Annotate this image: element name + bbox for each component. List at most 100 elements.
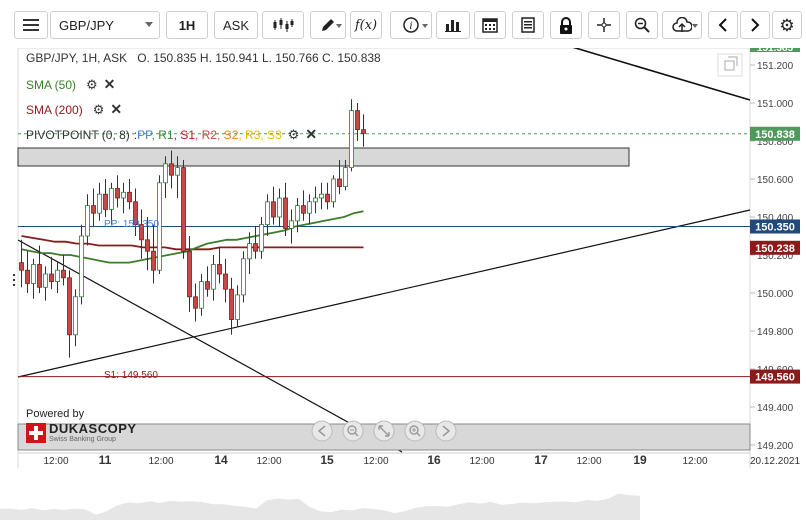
x-tick-label: 20.12.2021 bbox=[750, 456, 800, 467]
lock-icon bbox=[559, 16, 573, 34]
candle-body bbox=[307, 201, 312, 214]
pivot-level-r3: , R3 bbox=[238, 127, 261, 142]
crosshair-button[interactable] bbox=[588, 11, 620, 39]
svg-text:i: i bbox=[409, 21, 412, 32]
pp-price-tag: 150.350 bbox=[755, 222, 795, 234]
side-button[interactable]: ASK bbox=[214, 11, 258, 39]
candle[interactable] bbox=[79, 224, 84, 305]
candle-body bbox=[229, 288, 234, 320]
legend-sma200: SMA (200) ⚙ ✕ bbox=[26, 101, 122, 118]
candle[interactable] bbox=[241, 251, 246, 303]
candle-body bbox=[25, 269, 30, 284]
pivot-level-r1: , R1 bbox=[151, 127, 174, 142]
candle-body bbox=[85, 205, 90, 237]
candle-body bbox=[349, 110, 354, 168]
close-icon[interactable]: ✕ bbox=[110, 101, 122, 118]
instrument-line: GBP/JPY, 1H, ASK bbox=[26, 51, 128, 65]
pivot-levels: PP, R1, S1, R2, S2, R3, S3 bbox=[137, 128, 282, 142]
zoom-out-button[interactable] bbox=[342, 420, 364, 442]
calendar-button[interactable] bbox=[474, 11, 506, 39]
lock-button[interactable] bbox=[550, 11, 582, 39]
ohlc-info: GBP/JPY, 1H, ASK O. 150.835 H. 150.941 L… bbox=[26, 51, 381, 65]
cloud-upload-button[interactable] bbox=[662, 11, 702, 39]
chart-type-button[interactable] bbox=[262, 11, 304, 39]
candle-body bbox=[337, 178, 342, 187]
x-tick-label: 12:00 bbox=[43, 456, 68, 467]
report-icon bbox=[521, 17, 535, 33]
pivot-level-s2: , S2 bbox=[217, 127, 239, 142]
candle-body bbox=[127, 191, 132, 203]
candle-body bbox=[91, 205, 96, 214]
gear-icon[interactable]: ⚙ bbox=[93, 102, 105, 118]
gear-icon[interactable]: ⚙ bbox=[86, 77, 98, 93]
gear-icon[interactable]: ⚙ bbox=[288, 127, 300, 143]
candle-body bbox=[37, 264, 42, 288]
draw-button[interactable] bbox=[310, 11, 346, 39]
brand-sub: Swiss Banking Group bbox=[49, 436, 116, 443]
info-button[interactable]: i bbox=[390, 11, 432, 39]
x-tick-label: 12:00 bbox=[363, 456, 388, 467]
y-tick-label: 149.800 bbox=[757, 327, 794, 338]
candle-body bbox=[313, 197, 318, 203]
chevron-down-icon bbox=[145, 22, 153, 27]
x-tick-label: 11 bbox=[99, 453, 112, 467]
candle-body bbox=[55, 269, 60, 282]
zoom-in-button[interactable] bbox=[404, 420, 426, 442]
y-tick-label: 149.200 bbox=[757, 441, 794, 452]
volume-button[interactable] bbox=[436, 11, 470, 39]
settings-button[interactable]: ⚙ bbox=[772, 11, 802, 39]
candle-body bbox=[31, 264, 36, 284]
drag-handle[interactable] bbox=[13, 274, 15, 286]
candle-body bbox=[271, 201, 276, 218]
next-button[interactable] bbox=[435, 420, 457, 442]
y-tick-label: 149.400 bbox=[757, 403, 794, 414]
popout-button[interactable] bbox=[717, 53, 743, 77]
candle-body bbox=[355, 110, 360, 130]
candle-body bbox=[259, 224, 264, 252]
candle[interactable] bbox=[181, 160, 186, 259]
legend-pivot: PIVOTPOINT (0, 8) : PP, R1, S1, R2, S2, … bbox=[26, 126, 317, 143]
timeframe-button[interactable]: 1H bbox=[166, 11, 208, 39]
zoom-button[interactable] bbox=[626, 11, 658, 39]
candle-body bbox=[211, 264, 216, 290]
x-tick-label: 12:00 bbox=[148, 456, 173, 467]
symbol-select[interactable]: GBP/JPY bbox=[50, 11, 160, 39]
candle-body bbox=[145, 239, 150, 252]
menu-icon bbox=[23, 19, 39, 31]
prev-button[interactable] bbox=[311, 420, 333, 442]
report-button[interactable] bbox=[512, 11, 544, 39]
menu-button[interactable] bbox=[14, 11, 48, 39]
candle-body bbox=[193, 296, 198, 309]
pivot-level-s1: , S1 bbox=[173, 127, 195, 142]
chevron-down-icon bbox=[692, 24, 698, 28]
candle-body bbox=[277, 197, 282, 218]
draw-pencil-icon bbox=[320, 17, 336, 33]
x-tick-label: 14 bbox=[214, 453, 228, 467]
function-button[interactable]: f(x) bbox=[350, 11, 382, 39]
candle-body bbox=[217, 264, 222, 275]
x-tick-label: 12:00 bbox=[469, 456, 494, 467]
candle-body bbox=[187, 250, 192, 298]
candle-body bbox=[241, 258, 246, 296]
scroll-right-button[interactable] bbox=[740, 11, 770, 39]
candle-body bbox=[319, 193, 324, 199]
volume-bars-icon bbox=[445, 18, 461, 32]
pivot-level-r2: , R2 bbox=[195, 127, 218, 142]
close-icon[interactable]: ✕ bbox=[305, 126, 317, 143]
x-tick-label: 12:00 bbox=[682, 456, 707, 467]
close-icon[interactable]: ✕ bbox=[104, 76, 116, 93]
scroll-left-button[interactable] bbox=[708, 11, 738, 39]
x-tick-label: 17 bbox=[534, 453, 548, 467]
candle-body bbox=[253, 243, 258, 252]
y-tick-label: 151.000 bbox=[757, 99, 794, 110]
chevron-down-icon bbox=[422, 24, 428, 28]
candle-body bbox=[163, 163, 168, 184]
candle-body bbox=[343, 167, 348, 187]
arrow-right-icon bbox=[750, 18, 760, 32]
resistance-zone[interactable] bbox=[17, 147, 630, 167]
price-chart[interactable]: 151.200151.000150.800150.600150.400150.2… bbox=[0, 48, 806, 520]
candle-body bbox=[103, 193, 108, 210]
cloud-upload-icon bbox=[672, 17, 692, 33]
calendar-icon bbox=[482, 17, 498, 33]
sma200-price-tag: 150.238 bbox=[755, 243, 795, 255]
